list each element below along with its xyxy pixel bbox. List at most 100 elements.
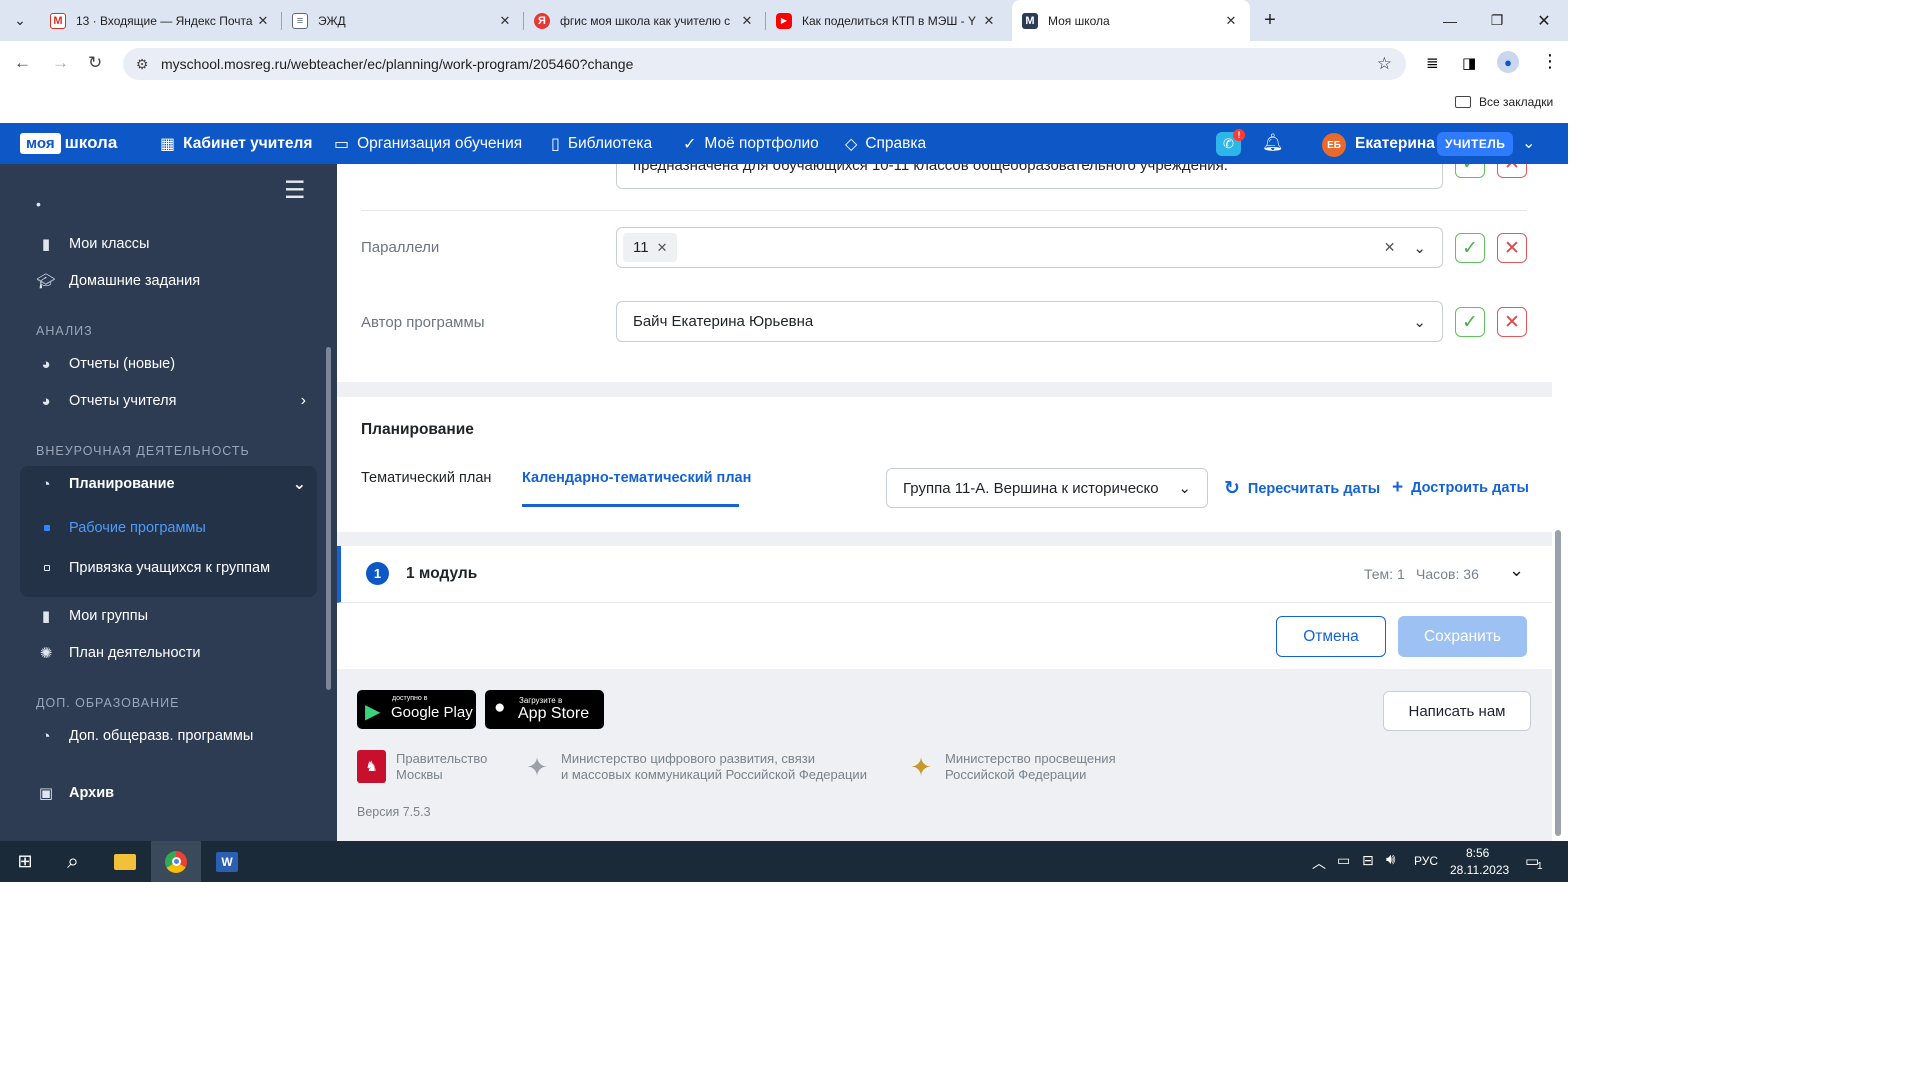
section-extracurricular: ВНЕУРОЧНАЯ ДЕЯТЕЛЬНОСТЬ bbox=[36, 444, 250, 458]
logo[interactable]: моя школа bbox=[20, 131, 117, 155]
minimize-icon[interactable]: — bbox=[1427, 0, 1473, 41]
user-name[interactable]: Екатерина bbox=[1355, 135, 1435, 153]
reject-description-button[interactable]: ✕ bbox=[1497, 164, 1527, 178]
reload-icon[interactable]: ↻ bbox=[88, 53, 102, 73]
chevron-down-icon[interactable]: ⌄ bbox=[1413, 239, 1426, 257]
close-icon[interactable]: ✕ bbox=[254, 13, 272, 29]
close-icon[interactable]: ✕ bbox=[980, 13, 998, 29]
nav-organization[interactable]: ▭ Организация обучения bbox=[334, 123, 522, 164]
recalc-dates-button[interactable]: ↻ Пересчитать даты bbox=[1224, 477, 1380, 500]
browser-tab-mail[interactable]: M 13 · Входящие — Яндекс Почта ✕ bbox=[40, 0, 282, 41]
sidebar-item-work-programs[interactable]: Рабочие программы bbox=[44, 513, 206, 543]
close-icon[interactable]: ✕ bbox=[738, 13, 756, 29]
tab-search-chevron-icon[interactable]: ⌄ bbox=[0, 0, 40, 41]
nav-teacher-cabinet[interactable]: ▦ Кабинет учителя bbox=[160, 123, 312, 164]
file-explorer-icon[interactable] bbox=[100, 841, 150, 882]
sidebar-item-label: Планирование bbox=[69, 476, 175, 492]
url-input[interactable]: ⚙ myschool.mosreg.ru/webteacher/ec/plann… bbox=[123, 48, 1406, 80]
build-dates-button[interactable]: + Достроить даты bbox=[1392, 477, 1529, 499]
browser-tab-moya-shkola[interactable]: M Моя школа ✕ bbox=[1012, 0, 1250, 41]
confirm-author-button[interactable]: ✓ bbox=[1455, 307, 1485, 337]
word-icon[interactable]: W bbox=[202, 841, 252, 882]
sidebar-item-homework[interactable]: 🎓︎ Домашние задания bbox=[36, 266, 200, 296]
browser-tab-yandex[interactable]: Я фгис моя школа как учителю с ✕ bbox=[524, 0, 766, 41]
site-settings-icon[interactable]: ⚙ bbox=[123, 56, 161, 73]
nav-portfolio[interactable]: ✓ Моё портфолио bbox=[683, 123, 819, 164]
org-mincifry[interactable]: Министерство цифрового развития, связи и… bbox=[561, 751, 867, 783]
profile-avatar-icon[interactable]: ● bbox=[1497, 51, 1519, 73]
language-indicator[interactable]: РУС bbox=[1414, 854, 1438, 868]
google-play-badge[interactable]: ▶ доступно в Google Play bbox=[357, 690, 476, 729]
nav-label: Организация обучения bbox=[357, 134, 523, 152]
sidebar-item-planning[interactable]: ◔ Планирование ⌄ bbox=[36, 469, 306, 499]
confirm-parallels-button[interactable]: ✓ bbox=[1455, 233, 1485, 263]
author-select[interactable]: Байч Екатерина Юрьевна ⌄ bbox=[616, 301, 1443, 342]
close-icon[interactable]: ✕ bbox=[1222, 13, 1240, 29]
forward-arrow-icon[interactable]: → bbox=[52, 53, 69, 73]
reject-parallels-button[interactable]: ✕ bbox=[1497, 233, 1527, 263]
collapse-menu-icon[interactable]: ☰ bbox=[284, 176, 306, 205]
sidebar-item-dop-programs[interactable]: ◔ Доп. общеразв. программы bbox=[36, 721, 253, 751]
sidebar-item-student-groups[interactable]: Привязка учащихся к группам bbox=[44, 553, 270, 583]
all-bookmarks[interactable]: Все закладки bbox=[1455, 95, 1553, 109]
clock-date[interactable]: 28.11.2023 bbox=[1450, 863, 1509, 877]
tab-thematic-plan[interactable]: Тематический план bbox=[361, 470, 491, 486]
chip-remove-icon[interactable]: ✕ bbox=[657, 240, 668, 256]
restore-icon[interactable]: ❐ bbox=[1474, 0, 1520, 41]
bookmark-star-icon[interactable]: ☆ bbox=[1377, 54, 1392, 74]
tray-chevron-up-icon[interactable]: ︿ bbox=[1312, 853, 1326, 873]
sidebar-item-label: Отчеты (новые) bbox=[69, 356, 176, 372]
write-us-button[interactable]: Написать нам bbox=[1383, 691, 1531, 731]
clear-icon[interactable]: ✕ bbox=[1384, 239, 1396, 256]
battery-icon[interactable]: ▭ bbox=[1337, 852, 1350, 869]
sidebar-item-my-groups[interactable]: ▮ Мои группы bbox=[36, 601, 148, 631]
close-icon[interactable]: ✕ bbox=[496, 13, 514, 29]
group-select[interactable]: Группа 11-А. Вершина к историческо ⌄ bbox=[886, 468, 1208, 508]
chevron-down-icon[interactable]: ⌄ bbox=[1413, 313, 1426, 331]
window-close-icon[interactable]: ✕ bbox=[1521, 0, 1567, 41]
volume-icon[interactable]: 🔊︎ bbox=[1386, 851, 1395, 868]
chevron-down-icon[interactable]: ⌄ bbox=[1509, 560, 1524, 581]
menu-dots-icon[interactable]: ⋮ bbox=[1541, 51, 1559, 72]
description-textarea[interactable]: предназначена для обучающихся 10-11 клас… bbox=[616, 164, 1443, 189]
author-value: Байч Екатерина Юрьевна bbox=[633, 313, 814, 330]
new-tab-plus-icon[interactable]: + bbox=[1254, 0, 1286, 41]
cancel-button[interactable]: Отмена bbox=[1276, 616, 1386, 657]
confirm-description-button[interactable]: ✓ bbox=[1455, 164, 1485, 178]
sidebar-item-archive[interactable]: ▣ Архив bbox=[36, 778, 114, 808]
network-icon[interactable]: ⊟ bbox=[1362, 852, 1374, 869]
section-additional-education: ДОП. ОБРАЗОВАНИЕ bbox=[36, 696, 180, 710]
search-icon[interactable]: ⌕ bbox=[48, 841, 98, 882]
nav-library[interactable]: ▯ Библиотека bbox=[551, 123, 652, 164]
avatar[interactable]: ЕБ bbox=[1322, 133, 1346, 157]
org-minprosv[interactable]: Министерство просвещения Российской Феде… bbox=[945, 751, 1116, 783]
sidebar-item-reports-new[interactable]: ◕ Отчеты (новые) bbox=[36, 349, 175, 379]
role-badge[interactable]: УЧИТЕЛЬ bbox=[1437, 132, 1514, 156]
back-arrow-icon[interactable]: ← bbox=[14, 53, 31, 73]
sidebar-item-teacher-reports[interactable]: ◕ Отчеты учителя › bbox=[36, 386, 306, 416]
chrome-icon[interactable] bbox=[151, 841, 201, 882]
app-store-badge[interactable]: ● Загрузите в App Store bbox=[485, 690, 604, 729]
clock-time[interactable]: 8:56 bbox=[1466, 846, 1489, 860]
sidebar-item-my-classes[interactable]: ▮ Мои классы bbox=[36, 229, 150, 259]
side-panel-icon[interactable]: ◨ bbox=[1462, 54, 1476, 72]
windows-start-icon[interactable]: ⊞ bbox=[0, 841, 50, 882]
sidebar-item-activity-plan[interactable]: ✺ План деятельности bbox=[36, 638, 201, 668]
author-label: Автор программы bbox=[361, 314, 485, 331]
bell-icon[interactable]: 🔔︎ bbox=[1262, 133, 1284, 153]
browser-tab-youtube[interactable]: ▶ Как поделиться КТП в МЭШ - Y ✕ bbox=[766, 0, 1008, 41]
parallels-multiselect[interactable]: 11 ✕ ✕ ⌄ bbox=[616, 227, 1443, 268]
nav-help[interactable]: ◇ Справка bbox=[845, 123, 926, 164]
browser-tab-ezhd[interactable]: ≡ ЭЖД ✕ bbox=[282, 0, 524, 41]
media-controls-icon[interactable]: ≣ bbox=[1426, 54, 1439, 72]
module-row[interactable]: 1 1 модуль Тем: 1 Часов: 36 ⌄ bbox=[337, 546, 1552, 603]
org-moscow-gov[interactable]: Правительство Москвы bbox=[396, 751, 487, 783]
sidebar-scrollbar[interactable] bbox=[326, 347, 331, 690]
save-button[interactable]: Сохранить bbox=[1398, 616, 1527, 657]
notification-count: 1 bbox=[1537, 861, 1543, 872]
chevron-down-icon[interactable]: ⌄ bbox=[1522, 133, 1535, 153]
tab-calendar-plan[interactable]: Календарно-тематический план bbox=[522, 470, 751, 486]
gmail-icon: M bbox=[50, 12, 66, 29]
page-scrollbar[interactable] bbox=[1555, 530, 1561, 836]
reject-author-button[interactable]: ✕ bbox=[1497, 307, 1527, 337]
